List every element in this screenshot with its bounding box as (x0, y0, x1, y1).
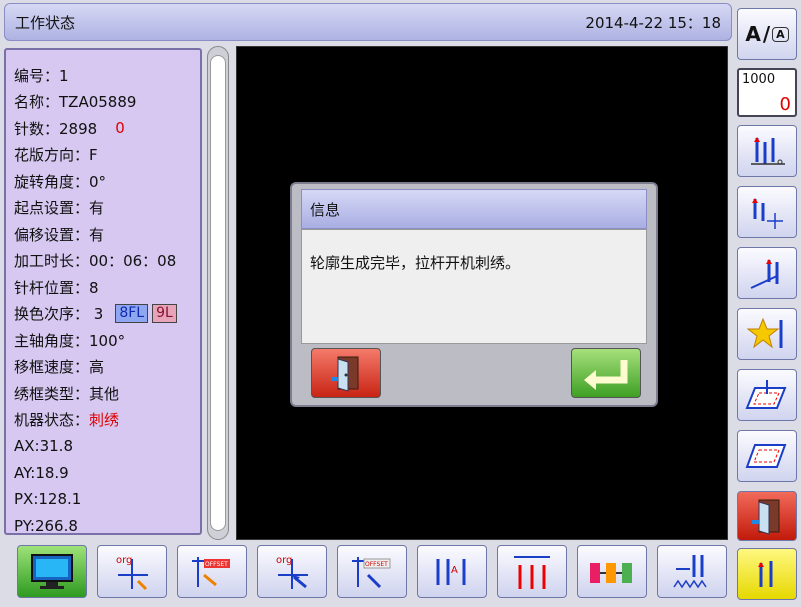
info-row-rotation: 旋转角度：0° (14, 172, 107, 191)
exit-side-button[interactable] (737, 491, 797, 541)
info-row-px: PX:128.1 (14, 490, 82, 509)
needle-offset-icon (752, 198, 783, 229)
datetime: 2014-4-22 15：18 (585, 13, 721, 32)
stitch-icon (673, 554, 707, 588)
info-row-frame-speed: 移框速度：高 (14, 358, 105, 377)
color-sequence-icon: A (436, 558, 466, 585)
star-function-button[interactable] (737, 308, 797, 360)
dialog-title: 信息 (301, 189, 647, 229)
info-dialog: 信息 轮廓生成完毕，拉杆开机刺绣。 (290, 182, 658, 407)
frame-outline-button[interactable] (737, 430, 797, 482)
status-panel: 编号：1 名称：TZA05889 针数：2898 0 花版方向：F 旋转角度：0°… (4, 48, 202, 535)
machine-state-value: 刺绣 (89, 411, 120, 430)
info-row-needle: 针杆位置：8 (14, 278, 99, 297)
exit-door-icon (331, 356, 359, 392)
info-row-frame-type: 绣框类型：其他 (14, 384, 120, 403)
info-row-id: 编号：1 (14, 66, 69, 85)
info-row-py: PY:266.8 (14, 516, 78, 535)
return-origin-button[interactable]: org (257, 545, 327, 598)
exit-button[interactable] (311, 348, 381, 398)
info-row-stitches: 针数：2898 0 (14, 119, 125, 138)
monitor-button[interactable] (17, 545, 87, 598)
needle-select-button[interactable] (737, 548, 797, 600)
spool-change-button[interactable] (577, 545, 647, 598)
scrollbar[interactable] (207, 46, 229, 540)
door-icon (752, 499, 780, 535)
monitor-icon (31, 553, 73, 589)
offset-icon: OFFSET (192, 556, 230, 587)
spool-icon (590, 562, 632, 583)
info-row-ax: AX:31.8 (14, 437, 73, 456)
stitch-current: 0 (115, 119, 125, 138)
confirm-button[interactable] (571, 348, 641, 398)
svg-text:org: org (276, 555, 292, 566)
offset-set-button[interactable]: OFFSET (177, 545, 247, 598)
needle-spacing-icon (514, 555, 550, 589)
scrollbar-thumb[interactable] (210, 55, 226, 531)
info-row-name: 名称：TZA05889 (14, 93, 137, 112)
info-row-ay: AY:18.9 (14, 463, 69, 482)
info-row-duration: 加工时长：00：06：08 (14, 252, 177, 271)
info-row-start: 起点设置：有 (14, 199, 105, 218)
frame-trace-button[interactable] (737, 369, 797, 421)
svg-text:A: A (451, 565, 458, 576)
title-bar: 工作状态 2014-4-22 15：18 (4, 3, 732, 41)
frame-trace-icon (745, 380, 787, 409)
svg-text:org: org (116, 555, 132, 566)
needle-angle-button[interactable] (737, 247, 797, 299)
needle-angle-icon (750, 259, 779, 289)
star-icon (747, 317, 783, 349)
manual-stitch-button[interactable] (657, 545, 727, 598)
screen: 工作状态 2014-4-22 15：18 编号：1 名称：TZA05889 针数… (0, 0, 801, 607)
frame-outline-icon (745, 444, 787, 468)
dialog-message: 轮廓生成完毕，拉杆开机刺绣。 (301, 229, 647, 344)
color-tag-next: 9L (152, 304, 177, 324)
needle-bar-icon (751, 137, 785, 165)
info-row-color-order: 换色次序： 3 8FL 9L (14, 301, 200, 328)
svg-text:OFFSET: OFFSET (365, 561, 388, 568)
needle-offset-button[interactable] (737, 186, 797, 238)
info-row-spindle: 主轴角度：100° (14, 331, 126, 350)
window-title: 工作状态 (15, 13, 76, 32)
language-toggle-button[interactable]: A / A (737, 8, 797, 60)
info-row-offset: 偏移设置：有 (14, 225, 105, 244)
needle-spacing-button[interactable] (497, 545, 567, 598)
color-sequence-button[interactable]: A (417, 545, 487, 598)
needle-icon (758, 561, 773, 587)
origin-set-button[interactable]: org (97, 545, 167, 598)
return-origin-icon: org (276, 555, 308, 589)
return-offset-icon: OFFSET (352, 556, 391, 588)
origin-crosshair-icon: org (116, 555, 148, 590)
dialog-buttons (301, 344, 647, 402)
info-row-direction: 花版方向：F (14, 146, 98, 165)
return-offset-button[interactable]: OFFSET (337, 545, 407, 598)
counter-display[interactable]: 1000 0 (737, 68, 797, 117)
color-tag-current: 8FL (115, 304, 149, 324)
enter-icon (584, 360, 628, 390)
svg-text:OFFSET: OFFSET (205, 561, 228, 568)
needle-position-button[interactable] (737, 125, 797, 177)
info-row-machine-state: 机器状态： 刺绣 (14, 411, 120, 430)
